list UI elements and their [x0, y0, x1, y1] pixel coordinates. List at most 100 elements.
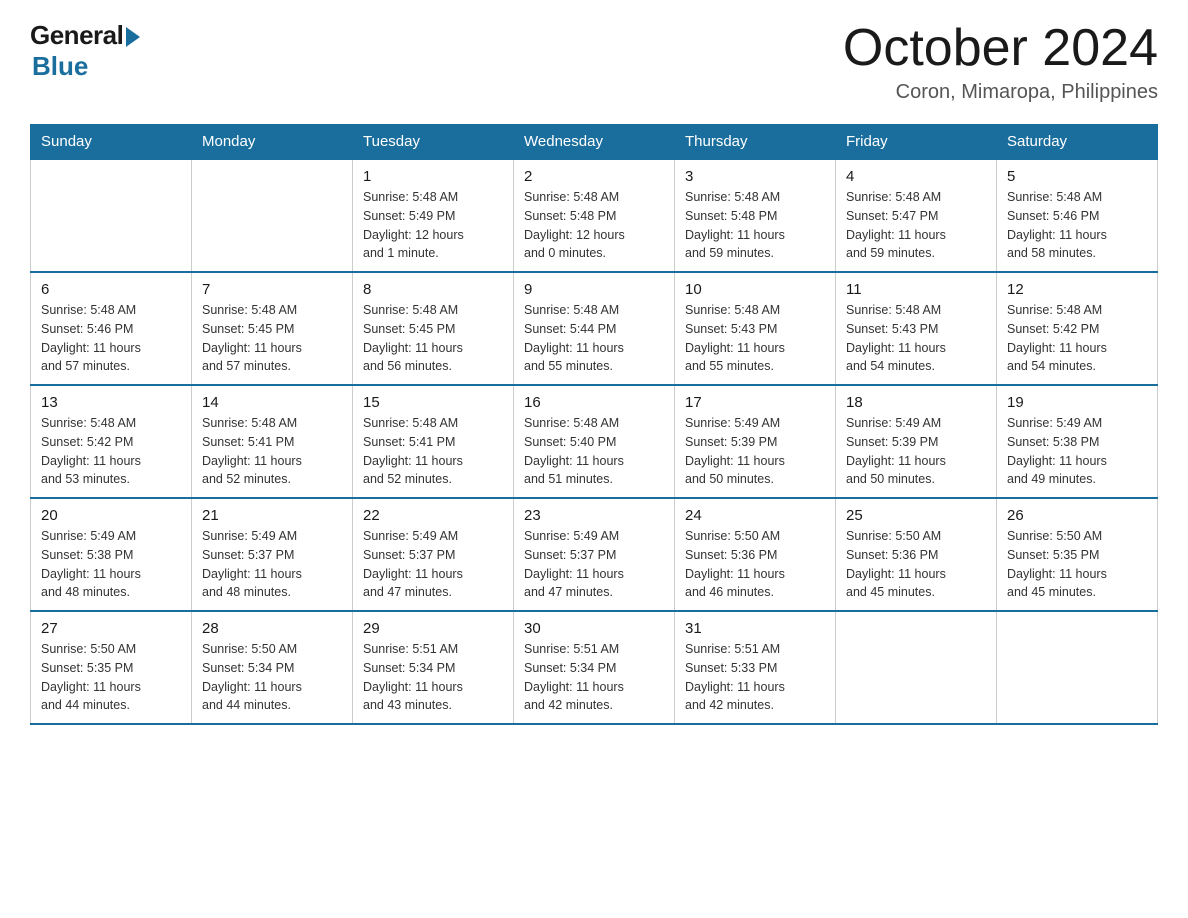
day-number: 26: [1007, 507, 1147, 524]
day-info: Sunrise: 5:48 AMSunset: 5:46 PMDaylight:…: [1007, 188, 1147, 263]
logo-arrow-icon: [126, 27, 140, 47]
day-number: 18: [846, 394, 986, 411]
day-info: Sunrise: 5:48 AMSunset: 5:42 PMDaylight:…: [1007, 301, 1147, 376]
day-number: 12: [1007, 281, 1147, 298]
day-info: Sunrise: 5:49 AMSunset: 5:38 PMDaylight:…: [41, 527, 181, 602]
calendar-cell: [192, 159, 353, 272]
calendar-cell: 31 Sunrise: 5:51 AMSunset: 5:33 PMDayligh…: [675, 611, 836, 724]
day-info: Sunrise: 5:48 AMSunset: 5:43 PMDaylight:…: [846, 301, 986, 376]
logo-general-text: General: [30, 20, 123, 51]
calendar-cell: 16 Sunrise: 5:48 AMSunset: 5:40 PMDayligh…: [514, 385, 675, 498]
day-info: Sunrise: 5:48 AMSunset: 5:45 PMDaylight:…: [363, 301, 503, 376]
calendar-cell: 19Sunrise: 5:49 AMSunset: 5:38 PMDayligh…: [997, 385, 1158, 498]
calendar-cell: [836, 611, 997, 724]
day-info: Sunrise: 5:50 AMSunset: 5:36 PMDaylight:…: [846, 527, 986, 602]
calendar-cell: 20 Sunrise: 5:49 AMSunset: 5:38 PMDayligh…: [31, 498, 192, 611]
calendar-cell: 18 Sunrise: 5:49 AMSunset: 5:39 PMDayligh…: [836, 385, 997, 498]
day-number: 22: [363, 507, 503, 524]
calendar-cell: 8 Sunrise: 5:48 AMSunset: 5:45 PMDaylight…: [353, 272, 514, 385]
calendar-cell: 27 Sunrise: 5:50 AMSunset: 5:35 PMDayligh…: [31, 611, 192, 724]
calendar-cell: 30 Sunrise: 5:51 AMSunset: 5:34 PMDayligh…: [514, 611, 675, 724]
day-number: 27: [41, 620, 181, 637]
day-info: Sunrise: 5:49 AMSunset: 5:39 PMDaylight:…: [846, 414, 986, 489]
calendar-cell: 29 Sunrise: 5:51 AMSunset: 5:34 PMDayligh…: [353, 611, 514, 724]
day-info: Sunrise: 5:48 AMSunset: 5:48 PMDaylight:…: [524, 188, 664, 263]
calendar-header-friday: Friday: [836, 125, 997, 160]
logo: General Blue: [30, 20, 140, 82]
day-info: Sunrise: 5:51 AMSunset: 5:34 PMDaylight:…: [363, 640, 503, 715]
day-info: Sunrise: 5:49 AMSunset: 5:37 PMDaylight:…: [202, 527, 342, 602]
day-info: Sunrise: 5:48 AMSunset: 5:41 PMDaylight:…: [363, 414, 503, 489]
calendar-cell: 14Sunrise: 5:48 AMSunset: 5:41 PMDayligh…: [192, 385, 353, 498]
calendar-cell: 17 Sunrise: 5:49 AMSunset: 5:39 PMDayligh…: [675, 385, 836, 498]
calendar-cell: [997, 611, 1158, 724]
calendar-header-monday: Monday: [192, 125, 353, 160]
calendar-cell: [31, 159, 192, 272]
day-number: 20: [41, 507, 181, 524]
day-number: 23: [524, 507, 664, 524]
calendar-cell: 13Sunrise: 5:48 AMSunset: 5:42 PMDayligh…: [31, 385, 192, 498]
calendar-week-row: 27 Sunrise: 5:50 AMSunset: 5:35 PMDayligh…: [31, 611, 1158, 724]
day-number: 31: [685, 620, 825, 637]
day-number: 30: [524, 620, 664, 637]
calendar-week-row: 13Sunrise: 5:48 AMSunset: 5:42 PMDayligh…: [31, 385, 1158, 498]
calendar-cell: 3 Sunrise: 5:48 AMSunset: 5:48 PMDaylight…: [675, 159, 836, 272]
day-info: Sunrise: 5:49 AMSunset: 5:39 PMDaylight:…: [685, 414, 825, 489]
day-info: Sunrise: 5:51 AMSunset: 5:34 PMDaylight:…: [524, 640, 664, 715]
day-info: Sunrise: 5:48 AMSunset: 5:48 PMDaylight:…: [685, 188, 825, 263]
day-info: Sunrise: 5:49 AMSunset: 5:37 PMDaylight:…: [524, 527, 664, 602]
calendar-table: SundayMondayTuesdayWednesdayThursdayFrid…: [30, 124, 1158, 725]
page-header: General Blue October 2024 Coron, Mimarop…: [30, 20, 1158, 104]
day-number: 29: [363, 620, 503, 637]
day-number: 11: [846, 281, 986, 298]
calendar-cell: 9Sunrise: 5:48 AMSunset: 5:44 PMDaylight…: [514, 272, 675, 385]
day-info: Sunrise: 5:48 AMSunset: 5:46 PMDaylight:…: [41, 301, 181, 376]
calendar-cell: 4 Sunrise: 5:48 AMSunset: 5:47 PMDaylight…: [836, 159, 997, 272]
day-info: Sunrise: 5:48 AMSunset: 5:43 PMDaylight:…: [685, 301, 825, 376]
day-number: 19: [1007, 394, 1147, 411]
calendar-header-saturday: Saturday: [997, 125, 1158, 160]
calendar-header-sunday: Sunday: [31, 125, 192, 160]
location-title: Coron, Mimaropa, Philippines: [843, 81, 1158, 104]
day-number: 1: [363, 168, 503, 185]
logo-blue-text: Blue: [32, 51, 88, 82]
day-number: 5: [1007, 168, 1147, 185]
day-number: 15: [363, 394, 503, 411]
calendar-week-row: 6 Sunrise: 5:48 AMSunset: 5:46 PMDaylight…: [31, 272, 1158, 385]
calendar-header-wednesday: Wednesday: [514, 125, 675, 160]
calendar-cell: 24Sunrise: 5:50 AMSunset: 5:36 PMDayligh…: [675, 498, 836, 611]
calendar-cell: 12 Sunrise: 5:48 AMSunset: 5:42 PMDayligh…: [997, 272, 1158, 385]
day-number: 6: [41, 281, 181, 298]
day-info: Sunrise: 5:48 AMSunset: 5:45 PMDaylight:…: [202, 301, 342, 376]
day-info: Sunrise: 5:48 AMSunset: 5:40 PMDaylight:…: [524, 414, 664, 489]
day-number: 3: [685, 168, 825, 185]
day-number: 28: [202, 620, 342, 637]
day-number: 9: [524, 281, 664, 298]
day-number: 7: [202, 281, 342, 298]
day-number: 17: [685, 394, 825, 411]
calendar-cell: 23 Sunrise: 5:49 AMSunset: 5:37 PMDayligh…: [514, 498, 675, 611]
month-title: October 2024: [843, 20, 1158, 77]
calendar-cell: 7 Sunrise: 5:48 AMSunset: 5:45 PMDaylight…: [192, 272, 353, 385]
day-number: 4: [846, 168, 986, 185]
calendar-week-row: 1Sunrise: 5:48 AMSunset: 5:49 PMDaylight…: [31, 159, 1158, 272]
title-section: October 2024 Coron, Mimaropa, Philippine…: [843, 20, 1158, 104]
calendar-cell: 1Sunrise: 5:48 AMSunset: 5:49 PMDaylight…: [353, 159, 514, 272]
calendar-cell: 22 Sunrise: 5:49 AMSunset: 5:37 PMDayligh…: [353, 498, 514, 611]
day-number: 16: [524, 394, 664, 411]
day-info: Sunrise: 5:48 AMSunset: 5:47 PMDaylight:…: [846, 188, 986, 263]
day-number: 2: [524, 168, 664, 185]
calendar-cell: 25Sunrise: 5:50 AMSunset: 5:36 PMDayligh…: [836, 498, 997, 611]
calendar-header-row: SundayMondayTuesdayWednesdayThursdayFrid…: [31, 125, 1158, 160]
day-number: 8: [363, 281, 503, 298]
calendar-cell: 28Sunrise: 5:50 AMSunset: 5:34 PMDayligh…: [192, 611, 353, 724]
day-info: Sunrise: 5:49 AMSunset: 5:37 PMDaylight:…: [363, 527, 503, 602]
day-info: Sunrise: 5:51 AMSunset: 5:33 PMDaylight:…: [685, 640, 825, 715]
calendar-header-tuesday: Tuesday: [353, 125, 514, 160]
calendar-week-row: 20 Sunrise: 5:49 AMSunset: 5:38 PMDayligh…: [31, 498, 1158, 611]
calendar-cell: 15 Sunrise: 5:48 AMSunset: 5:41 PMDayligh…: [353, 385, 514, 498]
day-number: 21: [202, 507, 342, 524]
calendar-cell: 5 Sunrise: 5:48 AMSunset: 5:46 PMDaylight…: [997, 159, 1158, 272]
day-info: Sunrise: 5:50 AMSunset: 5:35 PMDaylight:…: [41, 640, 181, 715]
calendar-cell: 6 Sunrise: 5:48 AMSunset: 5:46 PMDaylight…: [31, 272, 192, 385]
